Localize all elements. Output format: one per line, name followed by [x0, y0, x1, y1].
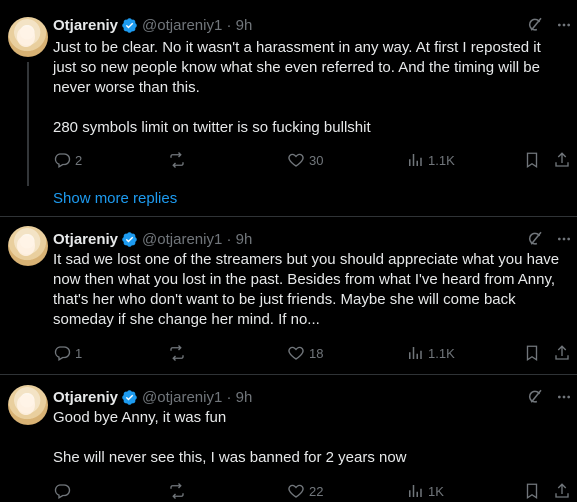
repost-icon — [170, 152, 184, 168]
views-count: 1.1K — [428, 152, 455, 168]
repost-button[interactable] — [168, 481, 190, 501]
bookmark-button[interactable] — [523, 481, 541, 501]
tweet-paragraph: 280 symbols limit on twitter is so fucki… — [53, 119, 371, 136]
reply-button[interactable]: 1 — [53, 343, 82, 363]
tweet-header: Otjareniy @otjareniy1 · 9h — [53, 229, 252, 249]
reply-count: 1 — [75, 345, 83, 361]
repost-icon — [170, 483, 184, 499]
tweet-1[interactable]: Otjareniy @otjareniy1 · 9h Just to be cl… — [0, 0, 577, 186]
like-button[interactable]: 30 — [287, 150, 323, 170]
display-name[interactable]: Otjareniy — [53, 231, 118, 248]
tweet-paragraph: Good bye Anny, it was fun — [53, 409, 227, 426]
share-icon — [555, 152, 569, 167]
like-count: 30 — [309, 152, 324, 168]
tweet-3[interactable]: Otjareniy @otjareniy1 · 9h Good bye Anny… — [0, 375, 577, 502]
bookmark-icon — [526, 345, 538, 362]
grok-icon[interactable] — [526, 230, 544, 248]
repost-icon — [170, 345, 184, 361]
tweet-paragraph: It sad we lost one of the streamers but … — [53, 251, 560, 328]
display-name[interactable]: Otjareniy — [53, 389, 118, 406]
handle-and-time[interactable]: @otjareniy1 · 9h — [142, 231, 252, 248]
bookmark-icon — [526, 483, 538, 500]
more-icon[interactable] — [556, 389, 572, 405]
avatar[interactable] — [8, 385, 48, 425]
views-icon — [409, 485, 422, 497]
avatar[interactable] — [8, 226, 48, 266]
repost-button[interactable] — [168, 150, 190, 170]
tweet-text: It sad we lost one of the streamers but … — [53, 250, 568, 330]
share-button[interactable] — [553, 150, 571, 170]
reply-count: 2 — [75, 152, 83, 168]
reply-icon — [54, 484, 71, 499]
share-button[interactable] — [553, 343, 571, 363]
tweet-text: Good bye Anny, it was fun She will never… — [53, 408, 568, 468]
reply-button[interactable] — [53, 481, 75, 501]
like-icon — [288, 346, 304, 360]
like-button[interactable]: 18 — [287, 343, 323, 363]
reply-icon — [54, 153, 71, 168]
avatar[interactable] — [8, 17, 48, 57]
like-icon — [288, 153, 304, 167]
tweet-header: Otjareniy @otjareniy1 · 9h — [53, 15, 252, 35]
like-count: 18 — [309, 345, 324, 361]
like-icon — [288, 484, 304, 498]
like-count: 22 — [309, 483, 324, 499]
views-button[interactable]: 1.1K — [406, 343, 455, 363]
handle-and-time[interactable]: @otjareniy1 · 9h — [142, 389, 252, 406]
like-button[interactable]: 22 — [287, 481, 323, 501]
thread-line — [27, 62, 29, 186]
tweet-2[interactable]: Otjareniy @otjareniy1 · 9h It sad we los… — [0, 217, 577, 374]
tweet-paragraph: Just to be clear. No it wasn't a harassm… — [53, 39, 541, 96]
views-icon — [409, 347, 422, 359]
bookmark-button[interactable] — [523, 150, 541, 170]
tweet-actions: 2 30 1.1K — [53, 150, 571, 170]
views-button[interactable]: 1K — [406, 481, 444, 501]
reply-icon — [54, 346, 71, 361]
more-icon[interactable] — [556, 17, 572, 33]
handle-and-time[interactable]: @otjareniy1 · 9h — [142, 17, 252, 34]
more-icon[interactable] — [556, 231, 572, 247]
show-more-replies-link[interactable]: Show more replies — [53, 190, 177, 207]
tweet-text: Just to be clear. No it wasn't a harassm… — [53, 38, 568, 138]
grok-icon[interactable] — [526, 388, 544, 406]
bookmark-button[interactable] — [523, 343, 541, 363]
share-button[interactable] — [553, 481, 571, 501]
tweet-actions: 1 18 1.1K — [53, 343, 571, 363]
verified-badge-icon — [122, 17, 137, 33]
share-icon — [555, 483, 569, 498]
views-button[interactable]: 1.1K — [406, 150, 455, 170]
grok-icon[interactable] — [526, 16, 544, 34]
reply-button[interactable]: 2 — [53, 150, 82, 170]
display-name[interactable]: Otjareniy — [53, 17, 118, 34]
bookmark-icon — [526, 152, 538, 169]
views-icon — [409, 154, 422, 166]
verified-badge-icon — [122, 389, 137, 405]
verified-badge-icon — [122, 231, 137, 247]
tweet-actions: 22 1K — [53, 481, 571, 501]
views-count: 1K — [428, 483, 444, 499]
views-count: 1.1K — [428, 345, 455, 361]
repost-button[interactable] — [168, 343, 190, 363]
tweet-paragraph: She will never see this, I was banned fo… — [53, 449, 407, 466]
share-icon — [555, 345, 569, 360]
tweet-header: Otjareniy @otjareniy1 · 9h — [53, 387, 252, 407]
